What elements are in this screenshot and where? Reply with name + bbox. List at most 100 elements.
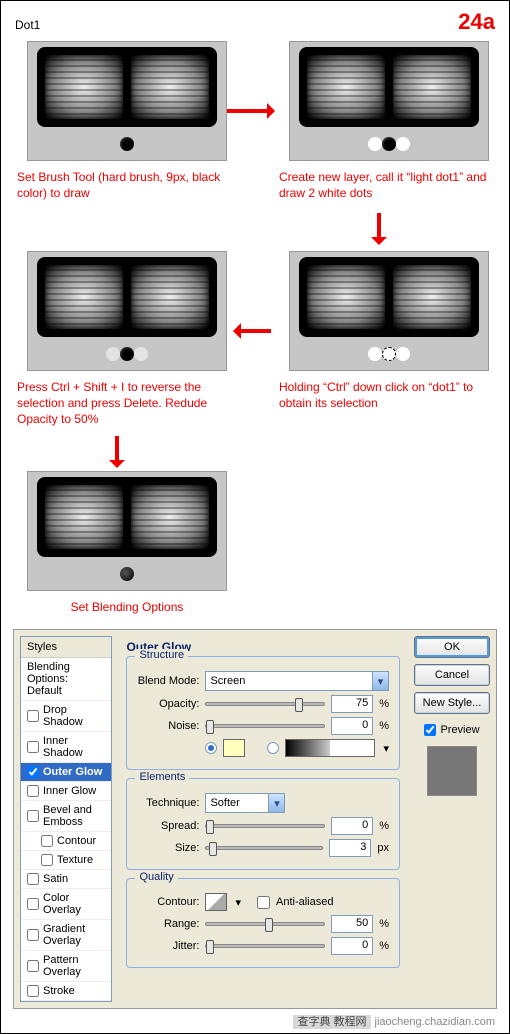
jitter-slider[interactable] [205,944,325,948]
opacity-unit: % [379,698,389,710]
antialiased-check[interactable] [257,896,270,909]
glow-gradient-swatch[interactable] [285,739,375,757]
thumb-step2 [289,41,489,161]
style-pattern-overlay-check[interactable] [27,960,39,972]
style-stroke-check[interactable] [27,985,39,997]
elements-legend: Elements [135,771,189,783]
thumb-step1 [27,41,227,161]
arrow-2-3 [377,213,381,241]
caption-step5: Set Blending Options [17,599,237,615]
range-label: Range: [137,918,199,930]
thumb-step5 [27,471,227,591]
opacity-value[interactable]: 75 [331,695,373,713]
range-value[interactable]: 50 [331,915,373,933]
layer-style-dialog: Styles Blending Options: Default Drop Sh… [13,629,497,1009]
style-texture-check[interactable] [41,854,53,866]
cancel-button[interactable]: Cancel [414,664,490,686]
style-contour[interactable]: Contour [21,832,111,851]
caption-step4: Press Ctrl + Shift + I to reverse the se… [17,379,237,428]
chevron-down-icon[interactable]: ▾ [235,896,241,909]
styles-list: Styles Blending Options: Default Drop Sh… [20,636,112,1002]
style-color-overlay-check[interactable] [27,898,39,910]
antialiased-label: Anti-aliased [276,896,333,908]
style-gradient-overlay-check[interactable] [27,929,39,941]
style-gradient-overlay[interactable]: Gradient Overlay [21,920,111,951]
technique-label: Technique: [137,797,199,809]
noise-label: Noise: [137,720,199,732]
style-pattern-overlay[interactable]: Pattern Overlay [21,951,111,982]
preview-label: Preview [440,724,479,736]
opacity-slider[interactable] [205,702,325,706]
preview-check[interactable] [424,724,436,736]
preview-swatch [427,746,477,796]
blendmode-combo[interactable]: Screen ▾ [205,671,389,691]
size-slider[interactable] [205,846,323,850]
quality-legend: Quality [135,871,177,883]
glow-gradient-radio[interactable] [267,742,279,754]
styles-blending-default[interactable]: Blending Options: Default [21,658,111,701]
page-title: Dot1 [15,18,40,32]
noise-value[interactable]: 0 [331,717,373,735]
style-inner-glow-check[interactable] [27,785,39,797]
new-style-button[interactable]: New Style... [414,692,490,714]
watermark: 查字典 教程网jiaocheng.chazidian.com [9,1009,501,1029]
arrow-4-5 [115,436,119,464]
spread-value[interactable]: 0 [331,817,373,835]
arrow-1-2 [227,109,271,113]
structure-legend: Structure [135,649,188,661]
arrow-3-4 [237,329,271,333]
spread-unit: % [379,820,389,832]
technique-combo[interactable]: Softer ▾ [205,793,285,813]
outer-glow-panel: Outer Glow Structure Blend Mode: Screen … [118,636,408,1002]
styles-header[interactable]: Styles [21,637,111,658]
quality-group: Quality Contour: ▾ Anti-aliased Range: 5… [126,878,400,968]
style-drop-shadow[interactable]: Drop Shadow [21,701,111,732]
chevron-down-icon[interactable]: ▾ [372,672,388,690]
structure-group: Structure Blend Mode: Screen ▾ Opacity: … [126,656,400,770]
blendmode-label: Blend Mode: [137,675,199,687]
style-inner-shadow[interactable]: Inner Shadow [21,732,111,763]
thumb-step3 [289,251,489,371]
glow-color-swatch[interactable] [223,739,245,757]
chevron-down-icon[interactable]: ▾ [383,742,389,755]
size-unit: px [377,842,389,854]
style-texture[interactable]: Texture [21,851,111,870]
style-stroke[interactable]: Stroke [21,982,111,1001]
jitter-unit: % [379,940,389,952]
style-inner-glow[interactable]: Inner Glow [21,782,111,801]
range-unit: % [379,918,389,930]
style-outer-glow-check[interactable] [27,766,39,778]
jitter-value[interactable]: 0 [331,937,373,955]
dialog-side-buttons: OK Cancel New Style... Preview [414,636,490,1002]
step-number: 24a [458,9,495,35]
chevron-down-icon[interactable]: ▾ [268,794,284,812]
style-bevel-emboss[interactable]: Bevel and Emboss [21,801,111,832]
spread-label: Spread: [137,820,199,832]
style-color-overlay[interactable]: Color Overlay [21,889,111,920]
elements-group: Elements Technique: Softer ▾ Spread: 0 % [126,778,400,870]
caption-step2: Create new layer, call it “light dot1” a… [279,169,499,201]
size-label: Size: [137,842,199,854]
jitter-label: Jitter: [137,940,199,952]
size-value[interactable]: 3 [329,839,371,857]
caption-step3: Holding “Ctrl” down click on “dot1” to o… [279,379,499,411]
style-satin[interactable]: Satin [21,870,111,889]
caption-step1: Set Brush Tool (hard brush, 9px, black c… [17,169,237,201]
tutorial-flow: Set Brush Tool (hard brush, 9px, black c… [9,41,501,621]
thumb-step4 [27,251,227,371]
opacity-label: Opacity: [137,698,199,710]
spread-slider[interactable] [205,824,325,828]
contour-label: Contour: [137,896,199,908]
style-bevel-check[interactable] [27,810,39,822]
style-contour-check[interactable] [41,835,53,847]
ok-button[interactable]: OK [414,636,490,658]
style-drop-shadow-check[interactable] [27,710,39,722]
noise-unit: % [379,720,389,732]
style-satin-check[interactable] [27,873,39,885]
glow-color-radio[interactable] [205,742,217,754]
noise-slider[interactable] [205,724,325,728]
contour-swatch[interactable] [205,893,227,911]
range-slider[interactable] [205,922,325,926]
style-outer-glow[interactable]: Outer Glow [21,763,111,782]
style-inner-shadow-check[interactable] [27,741,39,753]
